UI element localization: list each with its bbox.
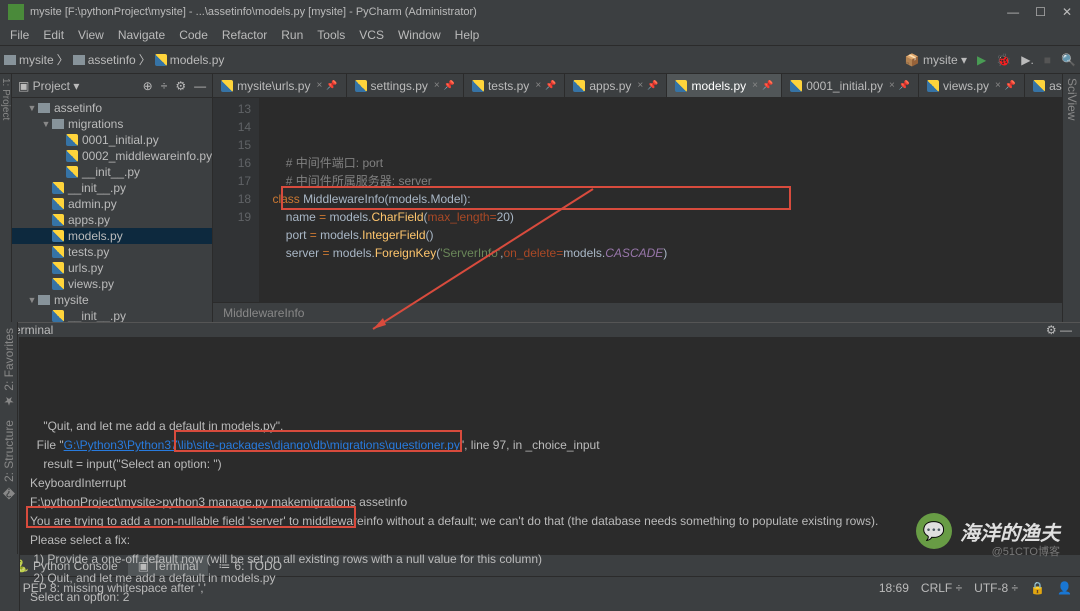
tree-node[interactable]: ▼migrations <box>12 116 212 132</box>
terminal-header: Terminal ⚙ — <box>0 323 1080 337</box>
close-icon[interactable]: × <box>889 80 895 91</box>
titlebar: mysite [F:\pythonProject\mysite] - ...\a… <box>0 0 1080 24</box>
editor-tab[interactable]: 0001_initial.py×📌 <box>782 74 919 97</box>
menu-navigate[interactable]: Navigate <box>112 26 171 44</box>
editor-breadcrumb[interactable]: MiddlewareInfo <box>213 302 1080 322</box>
tree-node[interactable]: urls.py <box>12 260 212 276</box>
breadcrumb-folder[interactable]: assetinfo 〉 <box>73 51 151 68</box>
hide-icon[interactable]: — <box>194 79 206 93</box>
pin-icon[interactable]: 📌 <box>899 80 910 91</box>
window-title: mysite [F:\pythonProject\mysite] - ...\a… <box>30 6 1007 18</box>
navbar: mysite 〉 assetinfo 〉 models.py 📦 mysite … <box>0 46 1080 74</box>
tree-node[interactable]: 0002_middlewareinfo.py <box>12 148 212 164</box>
tree-node[interactable]: tests.py <box>12 244 212 260</box>
gear-icon[interactable]: ⚙ <box>175 79 186 93</box>
editor-tab[interactable]: apps.py×📌 <box>565 74 667 97</box>
tree-node[interactable]: __init__.py <box>12 164 212 180</box>
terminal-gear-icon[interactable]: ⚙ — <box>1046 323 1072 337</box>
line-gutter: 13141516171819 <box>213 98 259 302</box>
stop-icon[interactable]: ■ <box>1044 53 1051 67</box>
minimize-icon[interactable]: — <box>1007 5 1019 19</box>
window-controls: — ☐ ✕ <box>1007 5 1072 19</box>
pin-icon[interactable]: 📌 <box>647 80 658 91</box>
run-coverage-icon[interactable]: ▶. <box>1021 53 1034 67</box>
scroll-from-source-icon[interactable]: ⊕ <box>143 79 153 93</box>
menu-edit[interactable]: Edit <box>37 26 70 44</box>
pin-icon[interactable]: 📌 <box>762 80 773 91</box>
menu-vcs[interactable]: VCS <box>353 26 390 44</box>
terminal-panel: Terminal ⚙ — + ✕ ? "Quit, and let me add… <box>0 322 1080 554</box>
close-icon[interactable]: × <box>995 80 1001 91</box>
right-tool-strip[interactable]: SciView ▣ Database <box>1062 74 1080 322</box>
close-icon[interactable]: × <box>316 80 322 91</box>
tree-node[interactable]: models.py <box>12 228 212 244</box>
close-icon[interactable]: × <box>637 80 643 91</box>
menu-file[interactable]: File <box>4 26 35 44</box>
menu-refactor[interactable]: Refactor <box>216 26 273 44</box>
tree-node[interactable]: 0001_initial.py <box>12 132 212 148</box>
pin-icon[interactable]: 📌 <box>1005 80 1016 91</box>
editor-area: mysite\urls.py×📌settings.py×📌tests.py×📌a… <box>213 74 1080 322</box>
menu-window[interactable]: Window <box>392 26 447 44</box>
left-tool-strip[interactable]: 1: Project <box>0 74 12 322</box>
close-icon[interactable]: × <box>752 80 758 91</box>
menubar: FileEditViewNavigateCodeRefactorRunTools… <box>0 24 1080 46</box>
tree-node[interactable]: __init__.py <box>12 308 212 322</box>
breadcrumb: mysite 〉 assetinfo 〉 models.py <box>4 51 224 68</box>
pin-icon[interactable]: 📌 <box>545 80 556 91</box>
menu-run[interactable]: Run <box>275 26 309 44</box>
pin-icon[interactable]: 📌 <box>444 80 455 91</box>
close-icon[interactable]: ✕ <box>1062 5 1072 19</box>
code-content[interactable]: # 中间件端口: port # 中间件所属服务器: server class M… <box>259 98 1080 302</box>
close-icon[interactable]: × <box>535 80 541 91</box>
editor-tabs: mysite\urls.py×📌settings.py×📌tests.py×📌a… <box>213 74 1080 98</box>
app-icon <box>8 4 24 20</box>
breadcrumb-file[interactable]: models.py <box>155 53 225 67</box>
run-config-selector[interactable]: 📦 mysite ▾ <box>905 53 967 67</box>
pin-icon[interactable]: 📌 <box>326 80 337 91</box>
debug-icon[interactable]: 🐞 <box>996 53 1011 67</box>
editor-tab[interactable]: models.py×📌 <box>667 74 782 97</box>
project-header: ▣ Project ▾ ⊕ ÷ ⚙ — <box>12 74 212 98</box>
editor-tab[interactable]: mysite\urls.py×📌 <box>213 74 346 97</box>
search-icon[interactable]: 🔍 <box>1061 53 1076 67</box>
terminal-output[interactable]: "Quit, and let me add a default in model… <box>20 337 1080 611</box>
favorites-tab[interactable]: ★ 2: Favorites <box>0 322 18 414</box>
code-editor[interactable]: 13141516171819 # 中间件端口: port # 中间件所属服务器:… <box>213 98 1080 302</box>
tree-node[interactable]: apps.py <box>12 212 212 228</box>
editor-tab[interactable]: settings.py×📌 <box>347 74 464 97</box>
breadcrumb-root[interactable]: mysite 〉 <box>4 51 69 68</box>
close-icon[interactable]: × <box>434 80 440 91</box>
maximize-icon[interactable]: ☐ <box>1035 5 1046 19</box>
menu-tools[interactable]: Tools <box>311 26 351 44</box>
project-title: ▣ Project ▾ <box>18 79 79 93</box>
tree-node[interactable]: ▼assetinfo <box>12 100 212 116</box>
toolbar-right: 📦 mysite ▾ ▶ 🐞 ▶. ■ 🔍 <box>905 53 1076 67</box>
project-tree[interactable]: ▼assetinfo▼migrations0001_initial.py0002… <box>12 98 212 322</box>
run-icon[interactable]: ▶ <box>977 53 986 67</box>
menu-code[interactable]: Code <box>173 26 214 44</box>
main-area: 1: Project ▣ Project ▾ ⊕ ÷ ⚙ — ▼assetinf… <box>0 74 1080 322</box>
collapse-all-icon[interactable]: ÷ <box>161 79 168 93</box>
structure-tab[interactable]: � 2: Structure <box>0 414 18 505</box>
editor-tab[interactable]: views.py×📌 <box>919 74 1025 97</box>
project-panel: ▣ Project ▾ ⊕ ÷ ⚙ — ▼assetinfo▼migration… <box>12 74 213 322</box>
menu-help[interactable]: Help <box>449 26 486 44</box>
menu-view[interactable]: View <box>72 26 110 44</box>
editor-tab[interactable]: tests.py×📌 <box>464 74 565 97</box>
left-side-tabs[interactable]: ★ 2: Favorites � 2: Structure <box>0 322 18 554</box>
tree-node[interactable]: views.py <box>12 276 212 292</box>
tree-node[interactable]: admin.py <box>12 196 212 212</box>
tree-node[interactable]: ▼mysite <box>12 292 212 308</box>
tree-node[interactable]: __init__.py <box>12 180 212 196</box>
